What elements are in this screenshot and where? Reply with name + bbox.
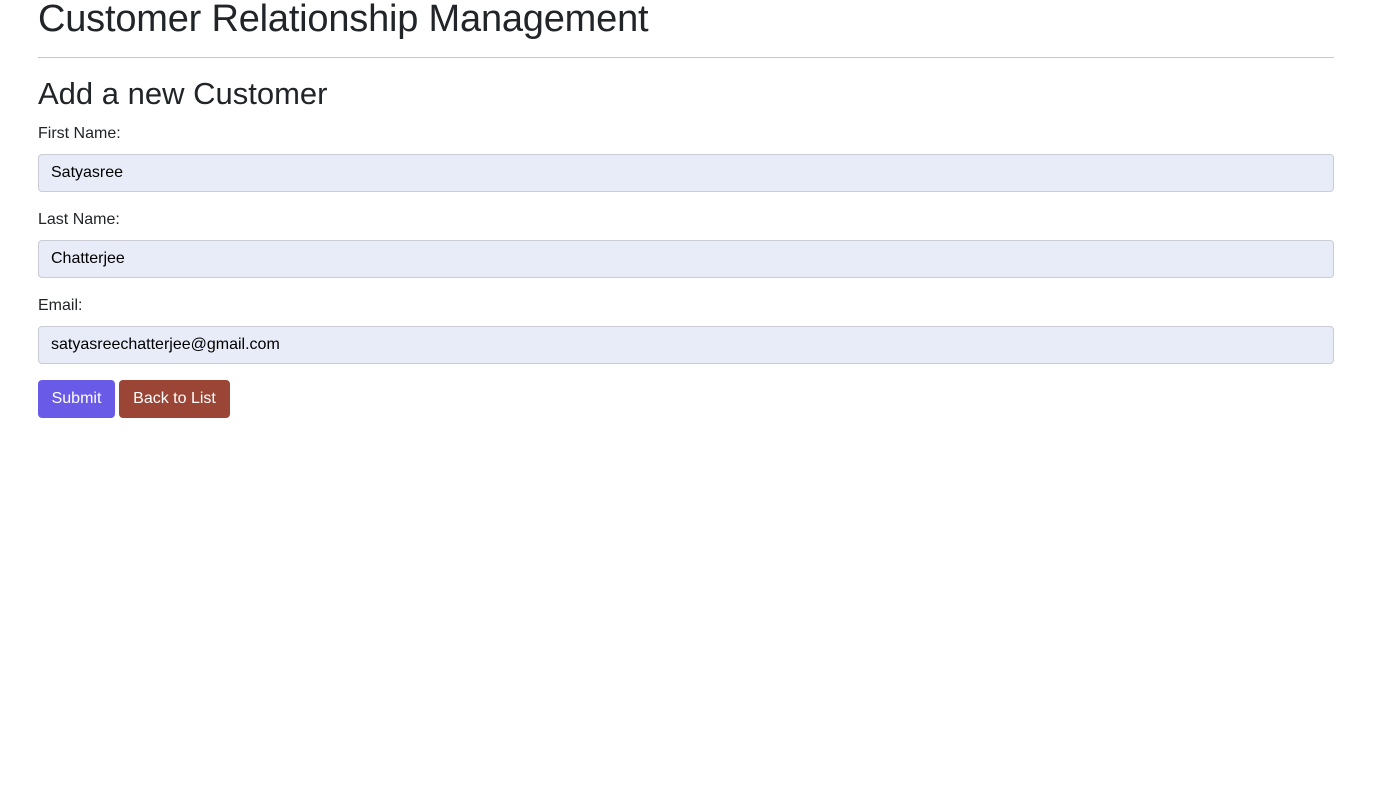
first-name-label: First Name: [38, 125, 121, 142]
email-input[interactable] [38, 326, 1334, 364]
email-group: Email: [38, 296, 1334, 364]
last-name-input[interactable] [38, 240, 1334, 278]
last-name-group: Last Name: [38, 210, 1334, 278]
add-customer-form: First Name: Last Name: Email: Submit Bac… [38, 124, 1334, 418]
header-divider [38, 57, 1334, 58]
app-title: Customer Relationship Management [38, 0, 649, 40]
back-to-list-button[interactable]: Back to List [119, 380, 230, 418]
form-title: Add a new Customer [38, 76, 328, 111]
email-label: Email: [38, 297, 83, 314]
main-container: Customer Relationship Management Add a n… [38, 0, 1334, 418]
last-name-label: Last Name: [38, 211, 120, 228]
submit-button[interactable]: Submit [38, 380, 115, 418]
form-actions: Submit Back to List [38, 380, 1334, 418]
first-name-input[interactable] [38, 154, 1334, 192]
first-name-group: First Name: [38, 124, 1334, 192]
